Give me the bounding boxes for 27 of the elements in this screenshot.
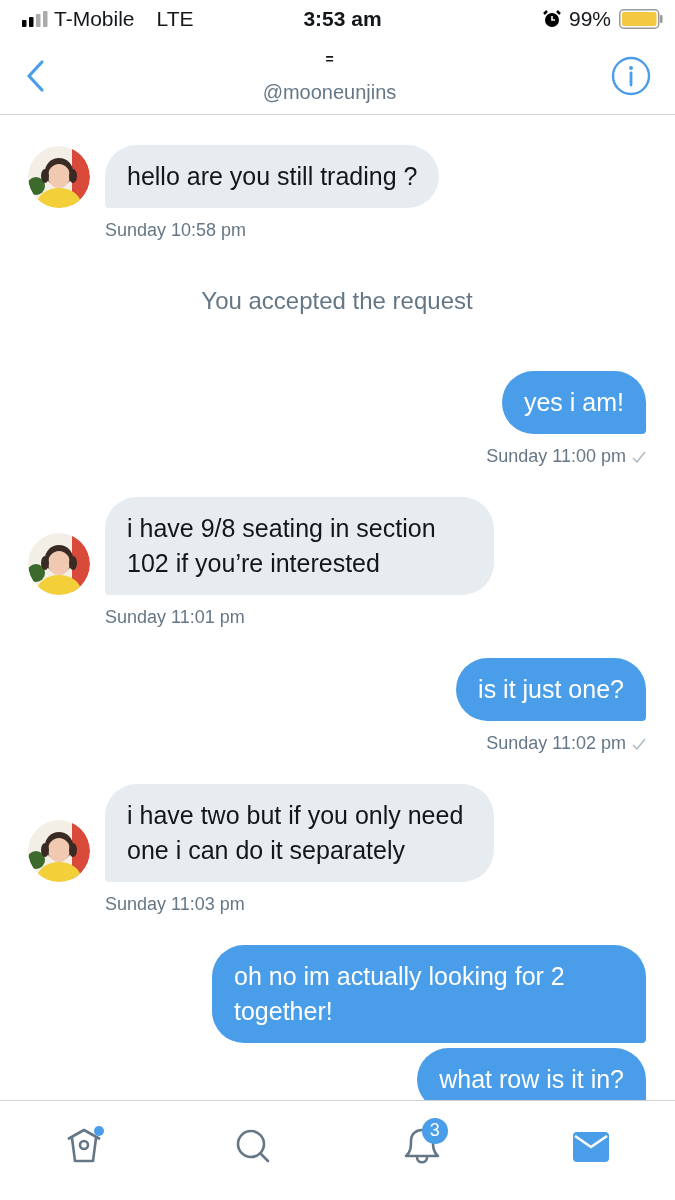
message-bubble: i have two but if you only need one i can do it separately xyxy=(105,784,494,882)
alarm-icon xyxy=(542,10,561,28)
message-bubble: yes i am! xyxy=(501,371,646,434)
message-bubble: is it just one? xyxy=(456,658,646,721)
timestamp: Sunday 11:03 pm xyxy=(105,894,245,915)
timestamp: Sunday 11:02 pm xyxy=(486,733,626,754)
carrier-name: T-Mobile xyxy=(54,7,135,31)
notifications-tab[interactable]: 3 xyxy=(391,1115,452,1176)
message-bubble: hello are you still trading ? xyxy=(105,145,440,208)
contact-name: = xyxy=(325,50,334,67)
message-bubble: oh no im actually looking for 2 together! xyxy=(212,945,646,1043)
timestamp: Sunday 11:00 pm xyxy=(486,446,626,467)
info-icon[interactable] xyxy=(611,56,651,96)
signal-icon xyxy=(22,11,48,27)
message-bubble: what row is it in? xyxy=(417,1048,646,1100)
battery-icon xyxy=(619,9,663,29)
clock: 3:53 am xyxy=(303,7,382,31)
timestamp: Sunday 10:58 pm xyxy=(105,220,247,241)
message-bubble: i have 9/8 seating in section 102 if you’re interested xyxy=(105,497,494,595)
check-icon xyxy=(632,449,646,464)
network-type: LTE xyxy=(156,7,194,31)
contact-handle: @mooneunjins xyxy=(262,80,397,104)
battery-percent: 99% xyxy=(568,7,611,31)
notification-count: 3 xyxy=(421,1117,448,1144)
system-message: You accepted the request xyxy=(200,287,474,315)
timestamp: Sunday 11:01 pm xyxy=(105,607,245,628)
check-icon xyxy=(632,736,646,751)
